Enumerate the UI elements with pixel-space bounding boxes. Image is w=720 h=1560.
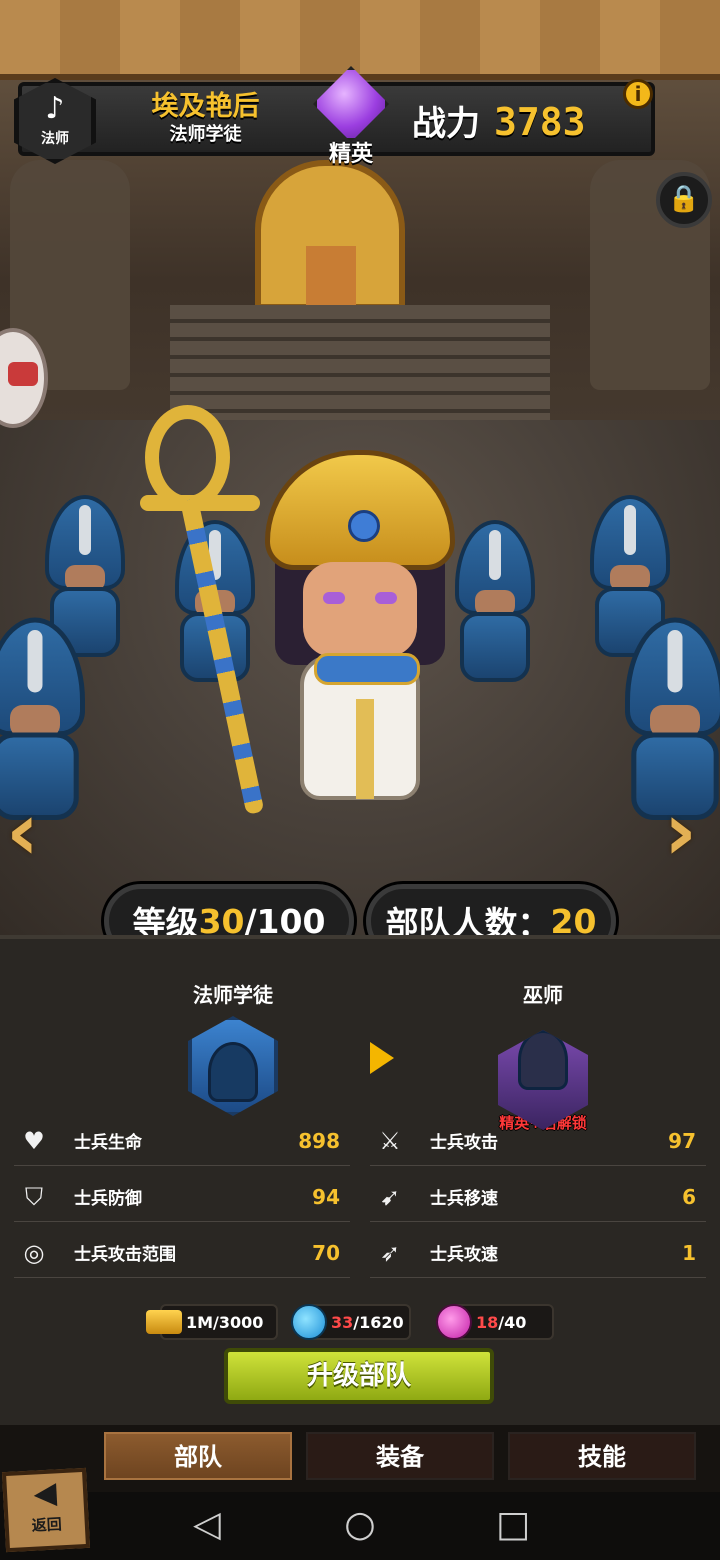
gold-amount: 1M/3000 (186, 1312, 264, 1332)
power-label: 战力 (412, 104, 480, 144)
power-value: 3783 (494, 100, 586, 144)
upgrade-path-arrow-icon (370, 1042, 394, 1074)
stat-row: ♥ 士兵生命 898 (14, 1116, 350, 1166)
rank-badge[interactable]: 精英 (306, 66, 396, 176)
heart-icon: ♥ (23, 1126, 45, 1155)
gold-resource: 1M/3000 (146, 1304, 278, 1340)
stat-label: 士兵攻速 (430, 1245, 498, 1265)
next-hero-arrow-icon[interactable]: › (664, 792, 714, 872)
current-unit-name: 法师学徒 (193, 983, 273, 1007)
tab-skills[interactable]: 技能 (508, 1432, 696, 1480)
current-unit[interactable]: 法师学徒 (163, 979, 303, 1116)
apprentice-mage-portrait-icon (188, 1016, 278, 1116)
back-button[interactable]: ◀ 返回 (1, 1467, 91, 1553)
pink-potion-need: /40 (498, 1312, 527, 1332)
running-icon: ➹ (379, 1182, 401, 1211)
stat-value: 94 (312, 1184, 340, 1209)
swords-icon: ⚔ (379, 1126, 401, 1155)
stat-value: 97 (668, 1128, 696, 1153)
stat-row: ➶ 士兵攻速 1 (370, 1228, 706, 1278)
stat-row: ➹ 士兵移速 6 (370, 1172, 706, 1222)
blue-potion-have: 33 (331, 1312, 354, 1332)
next-unit[interactable]: 巫师 精英+后解锁 (473, 979, 613, 1133)
pharaoh-hero[interactable] (255, 450, 465, 840)
stat-label: 士兵攻击范围 (74, 1245, 176, 1265)
upgrade-troop-button[interactable]: 升级部队 (224, 1348, 494, 1404)
gold-bar-icon (146, 1310, 182, 1334)
ankh-staff (140, 405, 265, 825)
target-icon: ◎ (23, 1238, 45, 1267)
blue-potion-need: /1620 (353, 1312, 404, 1332)
hero-unit-name: 法师学徒 (169, 124, 242, 145)
next-unit-name: 巫师 (523, 983, 563, 1007)
nav-recents-icon[interactable]: □ (488, 1500, 538, 1550)
stat-value: 6 (682, 1184, 696, 1209)
blue-potion-resource: 33/1620 (291, 1304, 411, 1340)
stat-label: 士兵生命 (74, 1133, 142, 1153)
stat-label: 士兵移速 (430, 1189, 498, 1209)
mage-class-icon: ♪ (45, 91, 65, 126)
lock-icon[interactable]: 🔒 (656, 172, 712, 228)
info-icon[interactable]: i (623, 79, 653, 109)
combat-power: 战力 3783 (412, 96, 586, 146)
stat-row: ◎ 士兵攻击范围 70 (14, 1228, 350, 1278)
tab-equipment[interactable]: 装备 (306, 1432, 494, 1480)
temple-gate (255, 160, 405, 310)
back-arrow-icon: ◀ (32, 1475, 58, 1512)
attack-speed-icon: ➶ (379, 1238, 401, 1267)
nav-home-icon[interactable]: ○ (335, 1500, 385, 1550)
pink-potion-icon (436, 1304, 472, 1340)
stat-label: 士兵攻击 (430, 1133, 498, 1153)
hero-name: 埃及艳后 (151, 91, 260, 122)
stat-row: ⚔ 士兵攻击 97 (370, 1116, 706, 1166)
shield-icon: ⛉ (25, 1182, 43, 1211)
blue-potion-icon (291, 1304, 327, 1340)
stat-row: ⛉ 士兵防御 94 (14, 1172, 350, 1222)
class-label: 法师 (41, 131, 69, 147)
stat-value: 70 (312, 1240, 340, 1265)
stat-label: 士兵防御 (74, 1189, 142, 1209)
hero-name-box: 埃及艳后 法师学徒 (98, 90, 313, 152)
purple-gem-icon (313, 66, 389, 142)
tab-troops[interactable]: 部队 (104, 1432, 292, 1480)
prev-hero-arrow-icon[interactable]: ‹ (6, 792, 56, 872)
pink-potion-have: 18 (476, 1312, 499, 1332)
back-label: 返回 (31, 1515, 63, 1535)
nav-back-icon[interactable]: ◁ (182, 1500, 232, 1550)
pink-potion-resource: 18/40 (436, 1304, 554, 1340)
stat-value: 898 (298, 1128, 340, 1153)
stat-value: 1 (682, 1240, 696, 1265)
